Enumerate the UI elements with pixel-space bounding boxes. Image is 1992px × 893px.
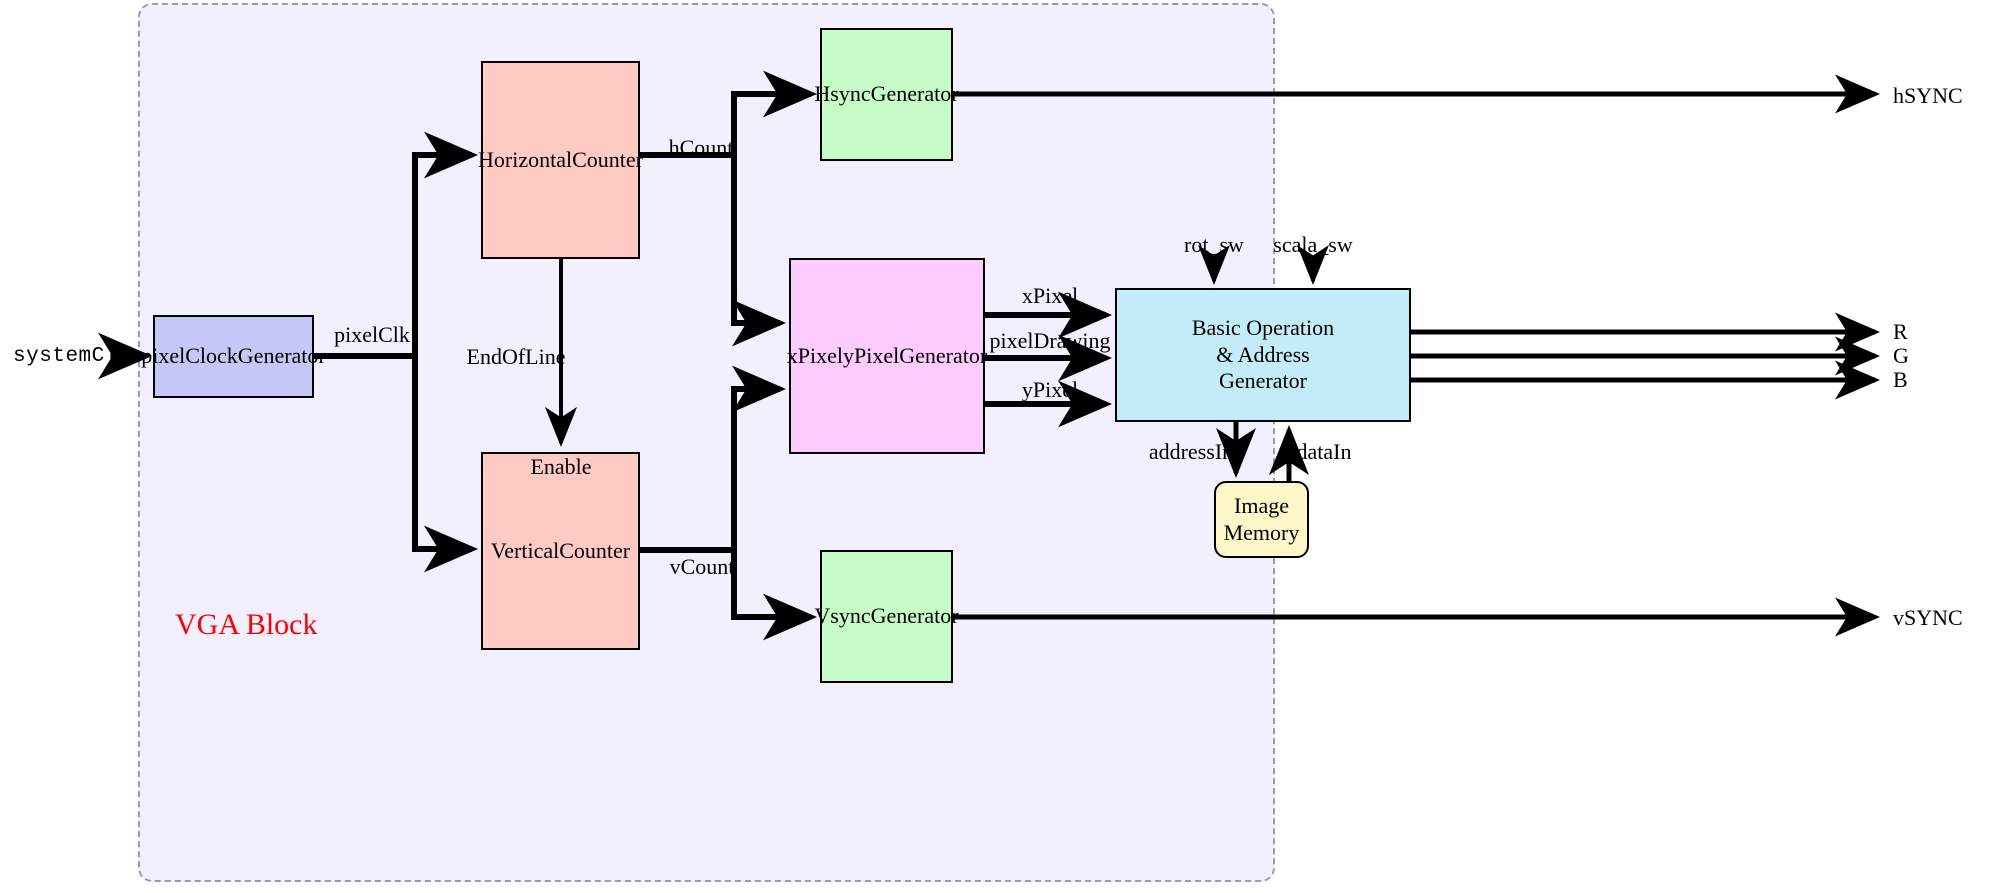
- signal-label-scala-sw: scala_sw: [1273, 232, 1353, 257]
- block-label: VerticalCounter: [490, 537, 631, 563]
- signal-label-xpixel: xPixel: [1021, 283, 1079, 308]
- block-pixel-clock-generator[interactable]: pixelClockGenerator: [141, 315, 326, 398]
- block-vsync-generator[interactable]: VsyncGenerator: [814, 550, 959, 683]
- block-basic-operation-address-generator[interactable]: Basic Operation & Address Generator: [1115, 288, 1411, 422]
- block-image-memory[interactable]: Image Memory: [1214, 481, 1309, 558]
- signal-label-pixelclk: pixelClk: [334, 322, 410, 347]
- vga-block-title: VGA Block: [175, 608, 318, 641]
- signal-label-addressin: addressIn: [1148, 439, 1234, 464]
- signal-label-hsync-out: hSYNC: [1893, 83, 1963, 108]
- block-label: pixelClockGenerator: [141, 343, 326, 369]
- block-label: HorizontalCounter: [478, 146, 643, 172]
- signal-label-ypixel: yPixel: [1021, 377, 1079, 402]
- signal-label-endofline: EndOfLine: [466, 344, 566, 369]
- block-vertical-counter[interactable]: VerticalCounter: [481, 452, 640, 650]
- block-horizontal-counter[interactable]: HorizontalCounter: [478, 61, 643, 259]
- signal-label-pixeldrawing: pixelDrawing: [989, 328, 1111, 353]
- signal-label-datain: dataIn: [1296, 439, 1352, 464]
- signal-label-vcount: vCount: [669, 554, 735, 579]
- diagram-canvas: pixelClockGenerator HorizontalCounter Ve…: [0, 0, 1992, 893]
- signal-label-hcount: hCount: [668, 135, 734, 160]
- block-label: VsyncGenerator: [814, 603, 959, 629]
- block-label: Basic Operation & Address Generator: [1191, 314, 1335, 394]
- block-xpixel-ypixel-generator[interactable]: xPixelyPixelGenerator: [786, 258, 988, 454]
- signal-label-out-g: G: [1893, 343, 1909, 368]
- signal-label-out-r: R: [1893, 319, 1908, 344]
- block-label: Image Memory: [1223, 492, 1300, 545]
- block-label: HsyncGenerator: [814, 81, 959, 107]
- signal-label-vsync-out: vSYNC: [1893, 605, 1963, 630]
- signal-label-systemclk: systemClk: [13, 345, 131, 368]
- signal-label-rot-sw: rot_sw: [1184, 232, 1244, 257]
- block-hsync-generator[interactable]: HsyncGenerator: [814, 28, 959, 161]
- vertical-counter-enable-label: Enable: [530, 454, 592, 479]
- block-label: xPixelyPixelGenerator: [786, 342, 988, 368]
- signal-label-out-b: B: [1893, 367, 1908, 392]
